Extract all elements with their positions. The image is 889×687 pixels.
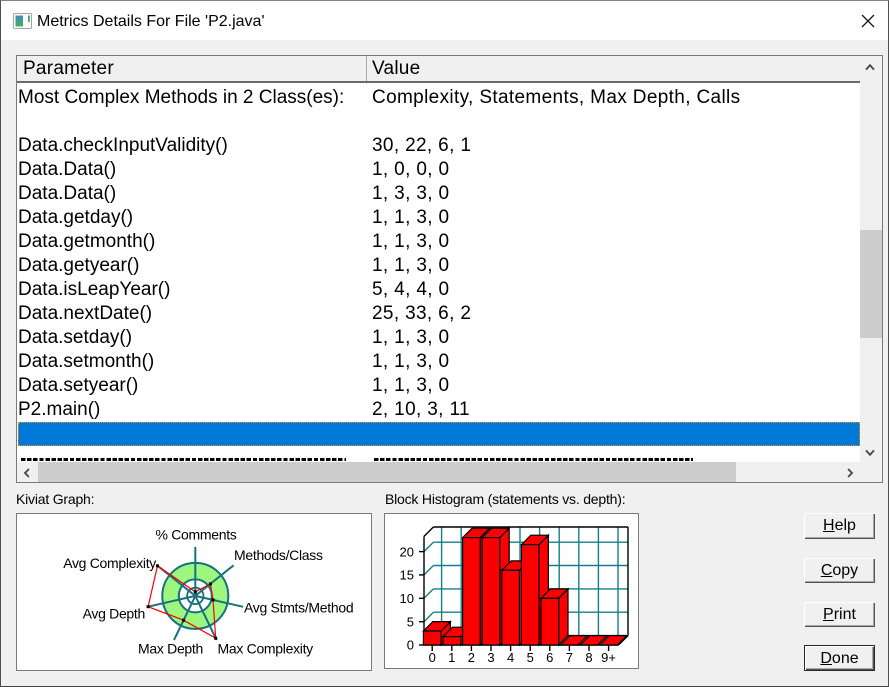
svg-text:Max Depth: Max Depth [138, 640, 203, 656]
svg-text:0: 0 [407, 638, 414, 653]
svg-text:0: 0 [429, 650, 436, 665]
svg-text:15: 15 [400, 568, 414, 583]
svg-text:7: 7 [566, 650, 573, 665]
svg-text:10: 10 [400, 591, 414, 606]
svg-text:1: 1 [448, 650, 455, 665]
svg-text:6: 6 [546, 650, 553, 665]
svg-text:4: 4 [507, 650, 514, 665]
svg-text:8: 8 [585, 650, 592, 665]
svg-text:3: 3 [487, 650, 494, 665]
svg-text:9+: 9+ [601, 650, 616, 665]
svg-text:20: 20 [400, 544, 414, 559]
svg-text:5: 5 [527, 650, 534, 665]
svg-text:Methods/Class: Methods/Class [234, 547, 323, 563]
svg-text:Avg Complexity: Avg Complexity [63, 555, 156, 571]
svg-text:Avg Depth: Avg Depth [83, 606, 145, 622]
svg-text:% Comments: % Comments [155, 527, 236, 543]
svg-text:2: 2 [468, 650, 475, 665]
svg-text:Avg Stmts/Method: Avg Stmts/Method [244, 600, 353, 616]
svg-text:Max Complexity: Max Complexity [218, 640, 314, 656]
svg-text:5: 5 [407, 614, 414, 629]
